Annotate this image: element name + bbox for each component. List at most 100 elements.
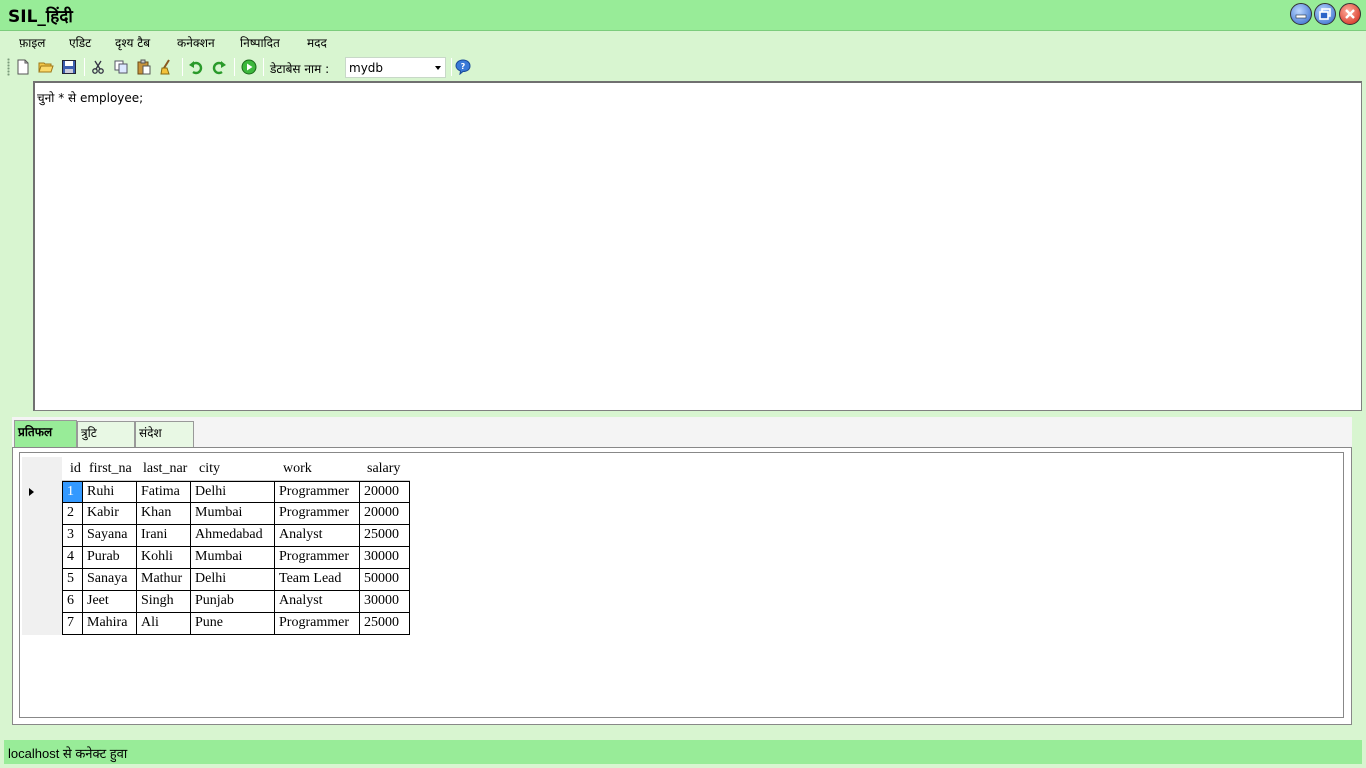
row-header[interactable] [22,525,62,547]
grid-cell-last-nar[interactable]: Mathur [137,569,191,591]
grid-cell-last-nar[interactable]: Khan [137,503,191,525]
grid-cell-salary[interactable]: 25000 [360,613,410,635]
clear-button[interactable] [158,58,176,76]
restore-button[interactable] [1314,3,1336,25]
grid-cell-city[interactable]: Mumbai [191,547,275,569]
paste-button[interactable] [135,58,153,76]
save-button[interactable] [60,58,78,76]
grid-cell-first-na[interactable]: Mahira [83,613,137,635]
app-title: SIL_हिंदी [8,7,73,27]
results-panel: id first_na last_nar city work salary 1 Ruhi Fat… [12,447,1352,725]
grid-cell-city[interactable]: Mumbai [191,503,275,525]
grid-cell-salary[interactable]: 30000 [360,547,410,569]
toolbar-separator [182,58,183,76]
grid-cell-city[interactable]: Delhi [191,569,275,591]
tab-result[interactable]: प्रतिफल [14,420,77,447]
grid-cell-last-nar[interactable]: Fatima [137,481,191,503]
toolbar-separator [451,58,452,76]
grid-cell-first-na[interactable]: Ruhi [83,481,137,503]
row-header[interactable] [22,481,62,503]
grid-cell-id[interactable]: 3 [62,525,83,547]
new-file-button[interactable] [14,58,32,76]
undo-button[interactable] [187,58,205,76]
grid-cell-first-na[interactable]: Sayana [83,525,137,547]
grid-cell-id[interactable]: 4 [62,547,83,569]
grid-cell-work[interactable]: Programmer [275,613,360,635]
grid-cell-salary[interactable]: 50000 [360,569,410,591]
grid-cell-work[interactable]: Team Lead [275,569,360,591]
result-tabs: प्रतिफल त्रुटि संदेश [12,417,1352,447]
grid-cell-salary[interactable]: 30000 [360,591,410,613]
menu-connection[interactable]: कनेक्शन [177,34,215,51]
menu-view-tab[interactable]: दृश्य टैब [115,34,150,51]
menu-help[interactable]: मदद [307,34,327,51]
grid-cell-salary[interactable]: 25000 [360,525,410,547]
grid-cell-city[interactable]: Ahmedabad [191,525,275,547]
grid-cell-id[interactable]: 7 [62,613,83,635]
close-button[interactable] [1339,3,1361,25]
column-header-salary[interactable]: salary [360,457,410,481]
column-header-id[interactable]: id [62,457,83,481]
grid-cell-first-na[interactable]: Kabir [83,503,137,525]
open-folder-icon [38,62,54,73]
grid-cell-first-na[interactable]: Sanaya [83,569,137,591]
row-header[interactable] [22,547,62,569]
grid-cell-id[interactable]: 2 [62,503,83,525]
query-editor[interactable]: चुनो * से employee; [33,81,1362,411]
row-header[interactable] [22,503,62,525]
column-header-city[interactable]: city [191,457,275,481]
toolbar-grip[interactable] [7,58,10,76]
minimize-button[interactable] [1290,3,1312,25]
redo-button[interactable] [210,58,228,76]
grid-cell-city[interactable]: Punjab [191,591,275,613]
grid-cell-work[interactable]: Programmer [275,481,360,503]
help-button[interactable]: ? [454,58,472,76]
toolbar-separator [234,58,235,76]
new-file-icon [17,59,29,75]
open-button[interactable] [37,58,55,76]
grid-cell-city[interactable]: Pune [191,613,275,635]
status-bar: localhost से कनेक्ट हुवा [4,740,1362,764]
grid-cell-work[interactable]: Analyst [275,525,360,547]
tab-error[interactable]: त्रुटि [77,421,135,447]
column-header-work[interactable]: work [275,457,360,481]
cut-icon [92,60,104,74]
grid-cell-salary[interactable]: 20000 [360,481,410,503]
row-header[interactable] [22,591,62,613]
copy-button[interactable] [112,58,130,76]
title-bar: SIL_हिंदी [0,0,1366,31]
tab-message[interactable]: संदेश [135,421,194,447]
close-icon [1345,9,1355,19]
column-header-first-na[interactable]: first_na [83,457,137,481]
minimize-icon [1295,14,1307,19]
grid-cell-id[interactable]: 1 [62,481,83,503]
row-header[interactable] [22,613,62,635]
grid-cell-last-nar[interactable]: Ali [137,613,191,635]
cut-button[interactable] [89,58,107,76]
grid-cell-work[interactable]: Programmer [275,547,360,569]
menu-edit[interactable]: एडिट [69,34,91,51]
grid-cell-first-na[interactable]: Jeet [83,591,137,613]
grid-cell-work[interactable]: Analyst [275,591,360,613]
row-header[interactable] [22,569,62,591]
grid-cell-first-na[interactable]: Purab [83,547,137,569]
toolbar-separator [263,58,264,76]
grid-cell-last-nar[interactable]: Irani [137,525,191,547]
toolbar: डेटाबेस नाम : ? [0,54,1366,80]
grid-cell-id[interactable]: 6 [62,591,83,613]
run-icon [241,59,257,75]
grid-cell-work[interactable]: Programmer [275,503,360,525]
grid-cell-last-nar[interactable]: Singh [137,591,191,613]
toolbar-separator [84,58,85,76]
database-select[interactable]: mydb [345,57,446,78]
column-header-last-nar[interactable]: last_nar [137,457,191,481]
menu-bar: फ़ाइल एडिट दृश्य टैब कनेक्शन निष्पादित म… [0,31,1366,53]
grid-cell-salary[interactable]: 20000 [360,503,410,525]
grid-cell-city[interactable]: Delhi [191,481,275,503]
menu-file[interactable]: फ़ाइल [19,34,45,51]
run-button[interactable] [240,58,258,76]
grid-cell-last-nar[interactable]: Kohli [137,547,191,569]
grid-cell-id[interactable]: 5 [62,569,83,591]
menu-execute[interactable]: निष्पादित [240,34,280,51]
results-grid-container: id first_na last_nar city work salary 1 Ruhi Fat… [19,452,1344,718]
